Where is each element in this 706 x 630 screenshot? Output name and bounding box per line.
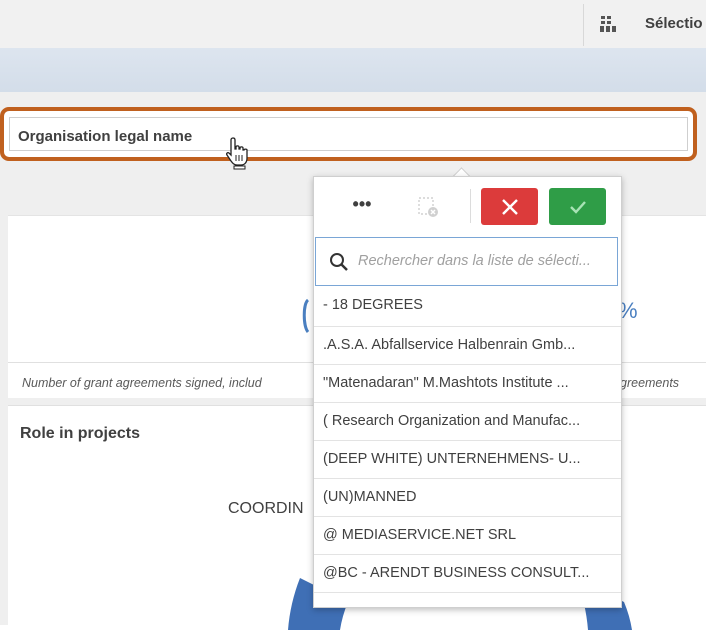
sheet-header-band — [0, 48, 706, 92]
kpi-footnote: Number of grant agreements signed, inclu… — [22, 376, 262, 390]
list-item[interactable]: "Matenadaran" M.Mashtots Institute ... — [314, 365, 621, 403]
kpi-footnote-tail: greements — [620, 376, 680, 390]
donut-label-coordinator: COORDIN — [228, 500, 304, 517]
top-toolbar: Sélectio — [0, 0, 706, 49]
list-item[interactable]: @BC - ARENDT BUSINESS CONSULT... — [314, 555, 621, 593]
list-item[interactable]: @ MEDIASERVICE.NET SRL — [314, 517, 621, 555]
search-icon — [330, 253, 348, 271]
list-item[interactable]: .A.S.A. Abfallservice Halbenrain Gmb... — [314, 327, 621, 365]
search-input[interactable] — [358, 246, 616, 276]
close-icon — [501, 198, 518, 215]
role-card-title: Role in projects — [20, 425, 141, 442]
selections-grid-icon[interactable] — [600, 15, 616, 33]
list-item[interactable]: - 18 DEGREES — [314, 287, 621, 327]
confirm-selection-button[interactable] — [549, 188, 606, 225]
list-item[interactable]: (DEEP WHITE) UNTERNEHMENS- U... — [314, 441, 621, 479]
list-item[interactable]: (UN)MANNED — [314, 479, 621, 517]
selections-tab-label[interactable]: Sélectio — [645, 15, 703, 32]
cancel-selection-button[interactable] — [481, 188, 538, 225]
toolbar-separator — [470, 189, 471, 223]
toolbar-divider — [583, 4, 584, 46]
value-list: - 18 DEGREES .A.S.A. Abfallservice Halbe… — [314, 287, 621, 593]
listbox-popup: ••• - 18 DEGREES .A.S.A. Abfallservice H… — [313, 176, 622, 608]
checkmark-icon — [569, 200, 586, 214]
clear-selection-icon[interactable] — [416, 195, 440, 219]
more-options-button[interactable]: ••• — [342, 193, 382, 221]
hand-pointer-icon — [226, 137, 248, 170]
filter-label: Organisation legal name — [18, 128, 193, 145]
search-box[interactable] — [315, 237, 618, 286]
kpi-value-fragment — [302, 298, 310, 333]
list-item[interactable]: ( Research Organization and Manufac... — [314, 403, 621, 441]
popup-toolbar: ••• — [314, 177, 621, 235]
